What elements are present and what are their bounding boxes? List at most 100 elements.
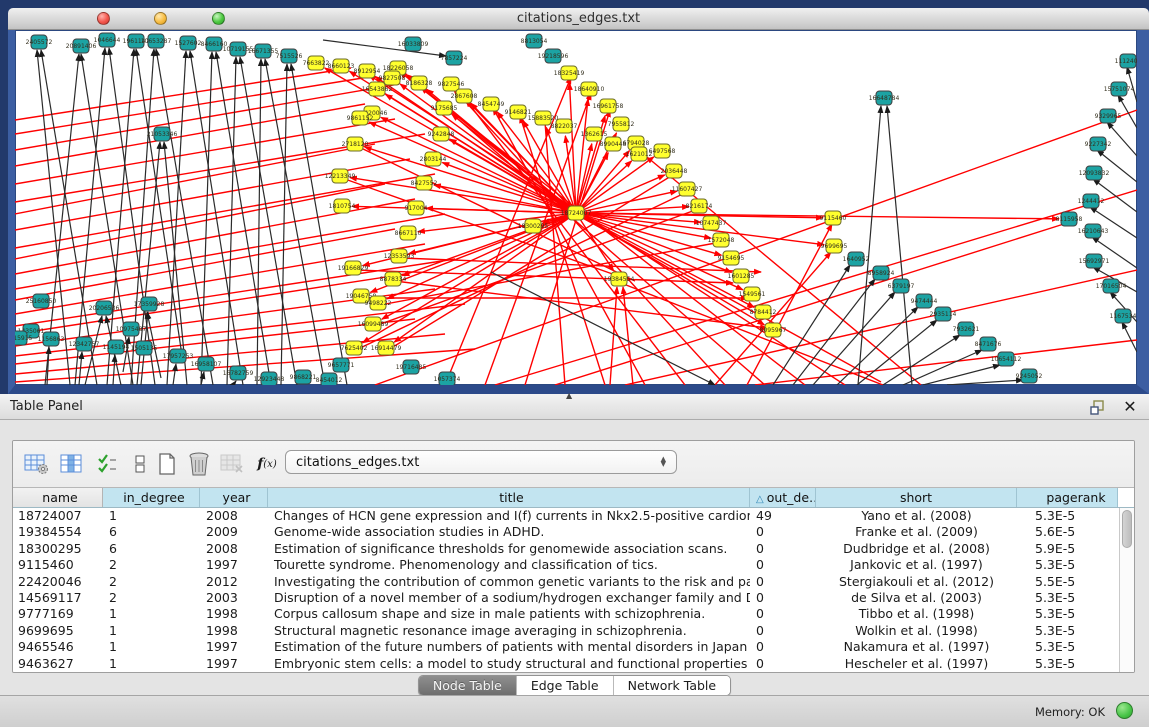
graph-edge[interactable] <box>1093 179 1137 212</box>
graph-node[interactable]: 9699695 <box>821 239 848 253</box>
graph-node[interactable]: 9657771 <box>328 358 355 372</box>
graph-edge[interactable] <box>233 381 236 385</box>
graph-node[interactable]: 19716485 <box>396 360 427 374</box>
graph-node[interactable]: 12353593 <box>384 249 415 263</box>
graph-node[interactable]: 10653287 <box>141 34 172 48</box>
graph-edge[interactable] <box>755 340 1137 385</box>
graph-node[interactable]: 1244412 <box>1078 194 1105 208</box>
graph-node[interactable]: 16648784 <box>869 91 900 105</box>
tab-network-table[interactable]: Network Table <box>613 676 731 695</box>
graph-node[interactable]: 16033809 <box>398 37 429 51</box>
graph-node[interactable]: 8813054 <box>521 34 548 48</box>
tab-node-table[interactable]: Node Table <box>419 676 516 695</box>
table-row[interactable]: 977716911998Corpus callosum shape and si… <box>13 606 1134 622</box>
graph-node[interactable]: 11607427 <box>672 182 703 196</box>
table-row[interactable]: 1872400712008Changes of HCN gene express… <box>13 508 1134 524</box>
memory-ok-indicator-icon[interactable] <box>1116 702 1133 719</box>
graph-node[interactable]: 9868221 <box>290 370 317 384</box>
table-settings-icon[interactable] <box>23 450 51 478</box>
graph-node[interactable]: 21053346 <box>147 127 178 141</box>
graph-node[interactable]: 25160850 <box>26 294 57 308</box>
table-row[interactable]: 946554611997Estimation of the future num… <box>13 639 1134 655</box>
graph-node[interactable]: 7932621 <box>953 322 980 336</box>
graph-edge[interactable] <box>450 139 576 213</box>
graph-node[interactable]: 9245052 <box>1016 369 1043 383</box>
table-row[interactable]: 2242004622012Investigating the contribut… <box>13 574 1134 590</box>
column-header-name[interactable]: name <box>13 488 103 507</box>
graph-node[interactable]: 8216174 <box>686 199 713 213</box>
window-titlebar[interactable]: citations_edges.txt <box>8 8 1149 30</box>
selection-mode-icon[interactable] <box>93 450 121 478</box>
graph-node[interactable]: 17359928 <box>134 297 165 311</box>
graph-node[interactable]: 15751074 <box>1104 82 1135 96</box>
row-height-icon[interactable] <box>126 450 154 478</box>
graph-node[interactable]: 9329965 <box>1095 109 1122 123</box>
column-header-pagerank[interactable]: pagerank <box>1017 488 1118 507</box>
column-header-year[interactable]: year <box>200 488 268 507</box>
graph-edge[interactable] <box>623 287 633 385</box>
graph-edge[interactable] <box>1127 67 1137 102</box>
graph-node[interactable]: 20206536 <box>89 301 120 315</box>
column-header-short[interactable]: short <box>816 488 1017 507</box>
column-header-out_de[interactable]: △out_de… <box>750 488 816 507</box>
graph-node[interactable]: 19218596 <box>538 49 569 63</box>
graph-edge[interactable] <box>15 184 385 259</box>
table-row[interactable]: 1938455462009Genome-wide association stu… <box>13 524 1134 540</box>
graph-edge[interactable] <box>173 364 176 385</box>
table-row[interactable]: 969969511998Structural magnetic resonanc… <box>13 623 1134 639</box>
graph-edge[interactable] <box>1097 150 1137 182</box>
table-row[interactable]: 1456911722003Disruption of a novel membe… <box>13 590 1134 606</box>
graph-node[interactable]: 1057374 <box>434 372 461 385</box>
graph-node[interactable]: 1527602 <box>175 36 202 50</box>
create-table-icon[interactable] <box>153 450 181 478</box>
close-icon[interactable]: ✕ <box>1121 398 1139 416</box>
show-columns-icon[interactable] <box>57 450 85 478</box>
graph-edge[interactable] <box>883 335 960 385</box>
graph-edge[interactable] <box>216 52 271 385</box>
graph-node[interactable]: 1640952 <box>843 252 870 266</box>
graph-node[interactable]: 8454012 <box>316 373 343 385</box>
graph-edge[interactable] <box>15 174 435 248</box>
network-canvas[interactable]: 2405572208914061046644196114710653287152… <box>15 30 1137 385</box>
scrollbar-thumb[interactable] <box>1122 510 1132 548</box>
graph-node[interactable]: 7515526 <box>276 49 303 63</box>
graph-node[interactable]: 7857224 <box>441 51 468 65</box>
graph-node[interactable]: 8471676 <box>975 337 1002 351</box>
graph-node[interactable]: 16210643 <box>1078 224 1109 238</box>
graph-node[interactable]: 12093832 <box>1079 166 1110 180</box>
vertical-scrollbar[interactable] <box>1119 508 1134 672</box>
graph-node[interactable]: 8958924 <box>868 266 895 280</box>
graph-edge[interactable] <box>1107 122 1137 156</box>
graph-edge[interactable] <box>375 110 1137 385</box>
graph-node[interactable]: 8454749 <box>478 97 505 111</box>
graph-node[interactable]: 1572048 <box>708 233 735 247</box>
graph-edge[interactable] <box>947 380 1023 385</box>
delete-table-icon[interactable] <box>185 450 213 478</box>
table-row[interactable]: 1830029562008Estimation of significance … <box>13 541 1134 557</box>
graph-node[interactable]: 917004 <box>405 201 428 215</box>
graph-node[interactable]: 1046644 <box>94 33 121 47</box>
graph-node[interactable]: 18640910 <box>574 82 605 96</box>
graph-node[interactable]: 8667110 <box>395 226 422 240</box>
graph-node[interactable]: 9474444 <box>911 294 938 308</box>
graph-edge[interactable] <box>113 355 115 385</box>
column-header-in_degree[interactable]: in_degree <box>103 488 200 507</box>
graph-edge[interactable] <box>858 106 881 385</box>
graph-node[interactable]: 6379197 <box>888 279 915 293</box>
graph-node[interactable]: 19384554 <box>604 272 635 286</box>
graph-node[interactable]: 9227342 <box>1085 137 1112 151</box>
graph-edge[interactable] <box>342 178 621 277</box>
graph-node[interactable]: 6497568 <box>649 144 676 158</box>
graph-node[interactable]: 16099489 <box>358 317 389 331</box>
graph-node[interactable]: 2405572 <box>26 35 53 49</box>
graph-edge[interactable] <box>156 49 213 385</box>
graph-node[interactable]: 1112404 <box>1115 54 1137 68</box>
graph-node[interactable]: 12923448 <box>254 372 285 385</box>
graph-node[interactable]: 2036448 <box>661 164 688 178</box>
graph-node[interactable]: 16914479 <box>371 341 402 355</box>
table-row[interactable]: 946362711997Embryonic stem cells: a mode… <box>13 656 1134 672</box>
graph-node[interactable]: 17016504 <box>1096 279 1127 293</box>
graph-node[interactable]: 20891406 <box>66 39 97 53</box>
graph-edge[interactable] <box>610 287 617 385</box>
function-builder-icon[interactable]: f(x) <box>253 450 281 478</box>
